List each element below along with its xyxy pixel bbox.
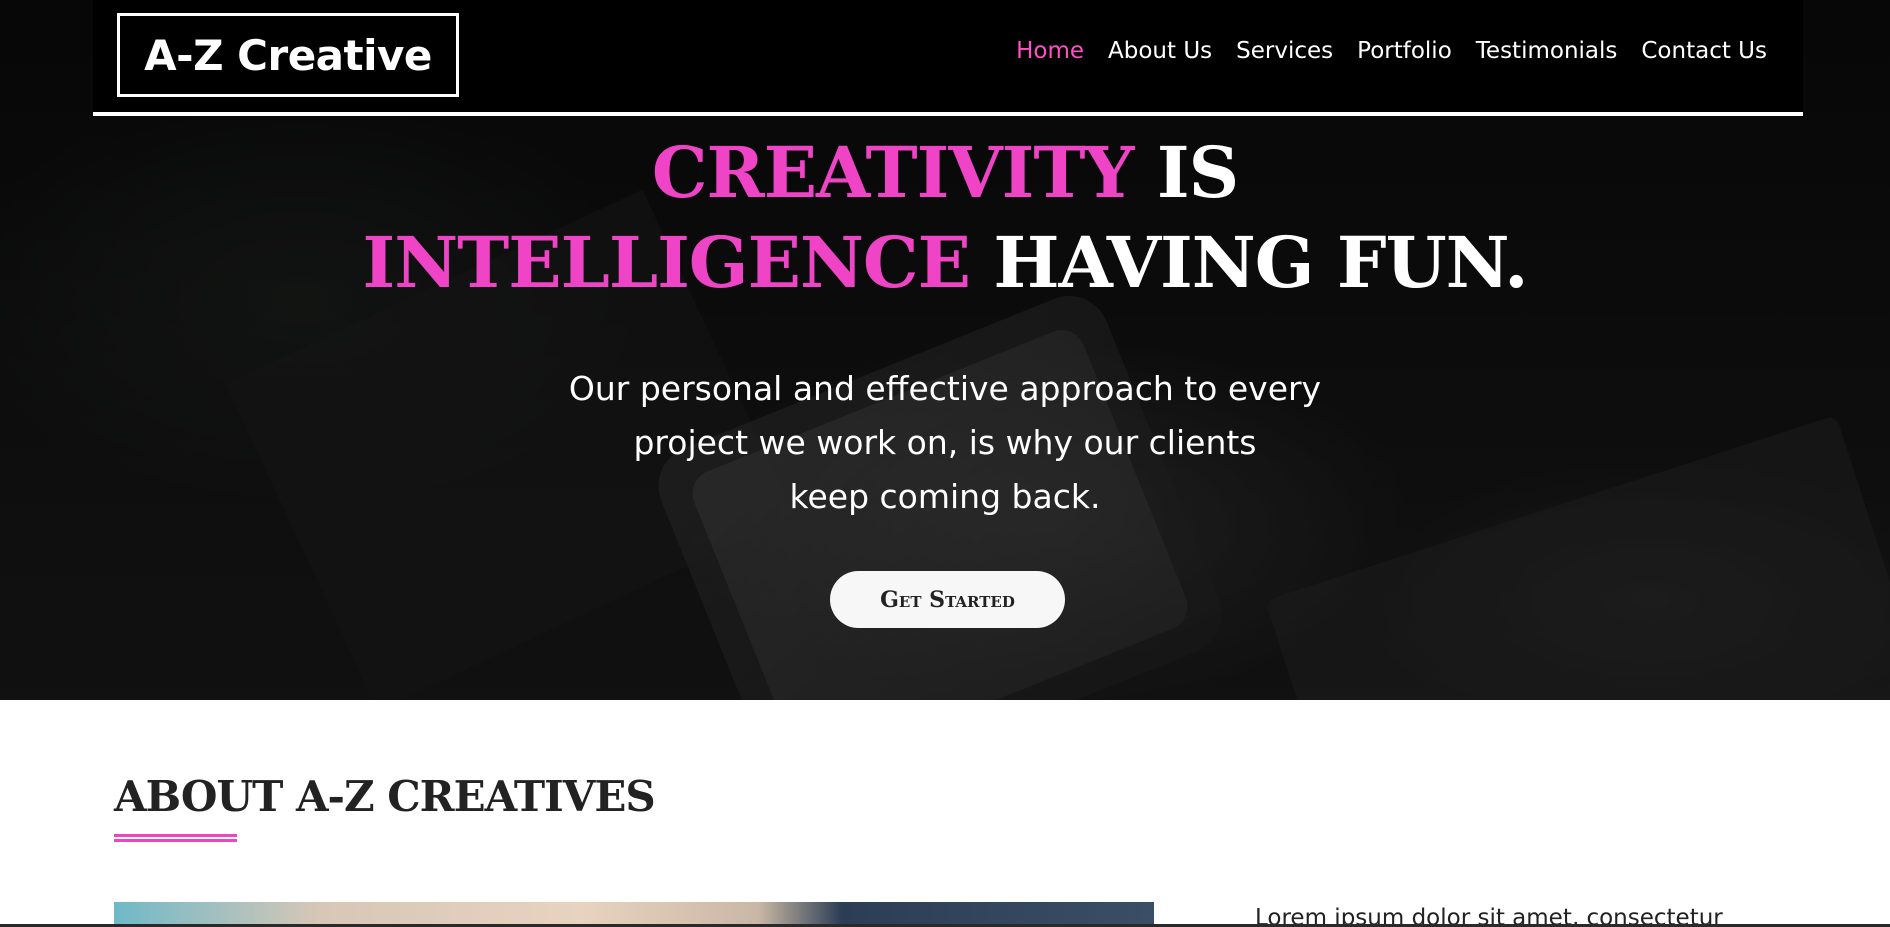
nav-item-about-us[interactable]: About Us [1108, 38, 1212, 64]
nav-item-portfolio[interactable]: Portfolio [1357, 38, 1452, 64]
nav-item-services[interactable]: Services [1236, 38, 1333, 64]
hero-subtext: Our personal and effective approach to e… [470, 362, 1420, 524]
hero-subtext-line-1: Our personal and effective approach to e… [568, 369, 1322, 408]
hero-subtext-line-2: project we work on, is why our clients [633, 423, 1257, 462]
headline-rest-1: IS [1133, 131, 1239, 214]
hero-headline-line-1: CREATIVITY IS [0, 128, 1890, 218]
headline-rest-2: HAVING FUN. [970, 221, 1528, 304]
site-logo-text: A-Z Creative [144, 30, 432, 80]
site-logo[interactable]: A-Z Creative [117, 13, 459, 97]
headline-accent-2: INTELLIGENCE [362, 221, 971, 304]
nav-item-home[interactable]: Home [1016, 38, 1084, 64]
headline-accent-1: CREATIVITY [651, 131, 1135, 214]
navbar: A-Z Creative Home About Us Services Port… [93, 0, 1803, 116]
nav-item-testimonials[interactable]: Testimonials [1476, 38, 1618, 64]
get-started-button[interactable]: Get Started [830, 571, 1065, 628]
hero-section: A-Z Creative Home About Us Services Port… [0, 0, 1890, 700]
about-title-underline [114, 834, 237, 842]
hero-subtext-line-3: keep coming back. [789, 477, 1101, 516]
hero-headline-line-2: INTELLIGENCE HAVING FUN. [0, 218, 1890, 308]
hero-headline: CREATIVITY IS INTELLIGENCE HAVING FUN. [0, 128, 1890, 308]
about-section-title: ABOUT A-Z CREATIVES [114, 772, 656, 821]
nav-item-contact-us[interactable]: Contact Us [1641, 38, 1767, 64]
nav-menu: Home About Us Services Portfolio Testimo… [1016, 38, 1767, 64]
